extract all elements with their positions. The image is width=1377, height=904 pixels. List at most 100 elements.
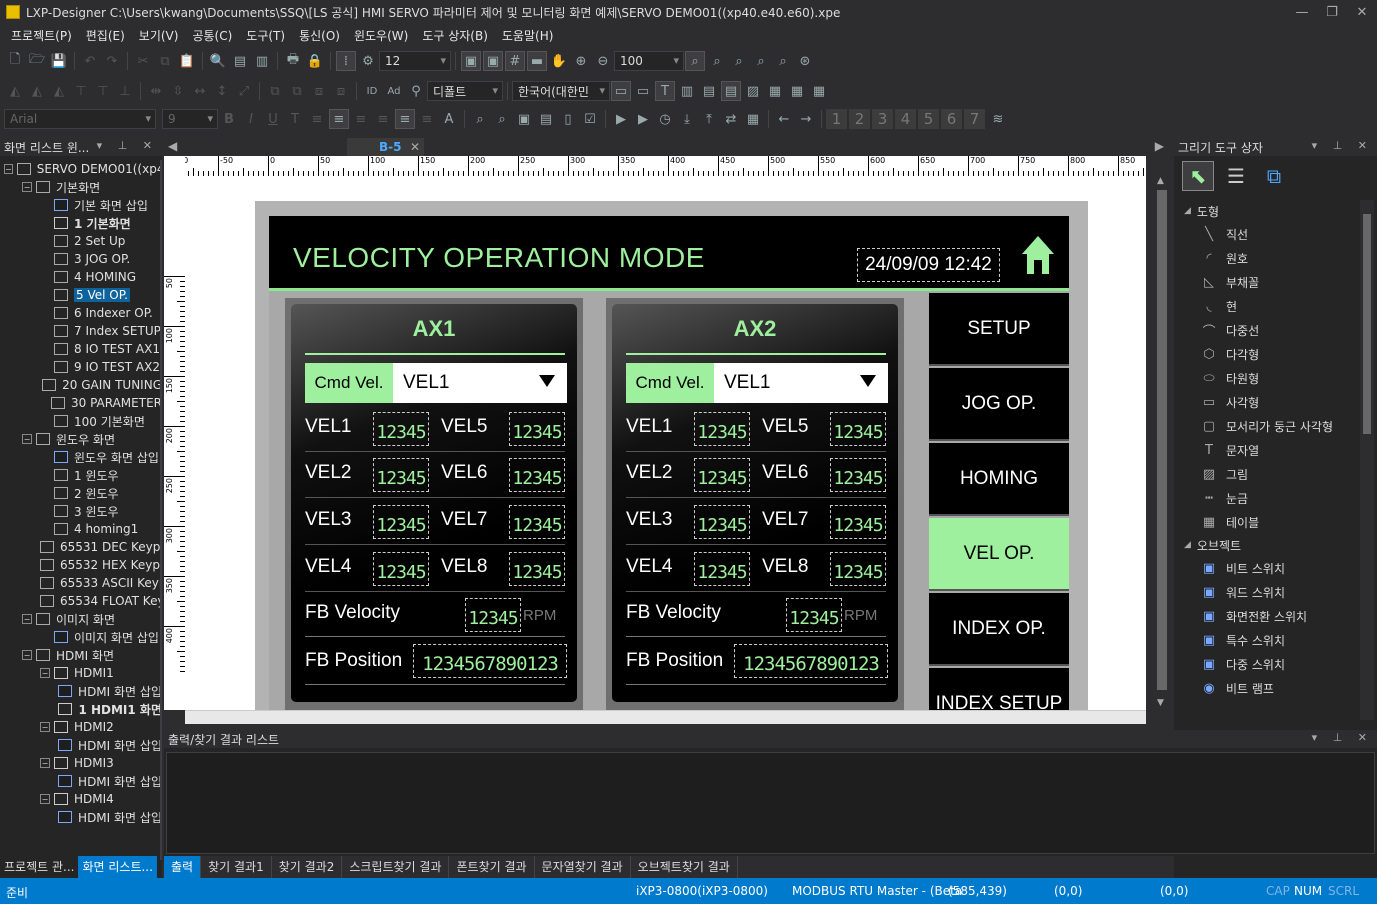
vel-value-box[interactable]: 12345 bbox=[830, 458, 886, 492]
toolbox-scrollbar[interactable] bbox=[1360, 200, 1374, 720]
underline-icon[interactable]: U bbox=[263, 109, 283, 129]
object-tool-4[interactable]: ▣ 다중 스위치 bbox=[1174, 652, 1360, 676]
fb-position-value[interactable]: 1234567890123 bbox=[413, 644, 567, 678]
output-tab[interactable]: 찾기 결과2 bbox=[272, 856, 343, 878]
cmd-vel-label[interactable]: Cmd Vel. bbox=[626, 363, 714, 403]
font-color-icon[interactable]: A bbox=[439, 109, 459, 129]
screen-icon[interactable]: ▤ bbox=[230, 51, 250, 71]
tree-item[interactable]: 65533 ASCII Keypad bbox=[0, 574, 162, 592]
design-canvas[interactable]: VELOCITY OPERATION MODE 24/09/09 12:42 A… bbox=[185, 176, 1146, 710]
page-7-button[interactable]: 7 bbox=[964, 109, 985, 129]
tree-item[interactable]: − HDMI 화면 bbox=[0, 646, 162, 664]
zoom-in-icon[interactable]: ⊕ bbox=[571, 51, 591, 71]
text-top-icon[interactable]: ≡ bbox=[373, 109, 393, 129]
fb-velocity-value[interactable]: 12345 bbox=[786, 598, 842, 632]
object-tool-5[interactable]: ◉ 비트 램프 bbox=[1174, 676, 1360, 700]
timer-icon[interactable]: ◷ bbox=[655, 109, 675, 129]
vel-label[interactable]: VEL2 bbox=[305, 462, 351, 484]
grid-settings-icon[interactable]: ⚙ bbox=[358, 51, 378, 71]
vel-label[interactable]: VEL1 bbox=[626, 416, 672, 438]
vel-label[interactable]: VEL3 bbox=[305, 509, 351, 531]
menu-button-index-op-[interactable]: INDEX OP. bbox=[929, 593, 1069, 666]
tree-item[interactable]: − 이미지 화면 bbox=[0, 610, 162, 628]
object-tool-1[interactable]: ▣ 워드 스위치 bbox=[1174, 580, 1360, 604]
vel-label[interactable]: VEL2 bbox=[626, 462, 672, 484]
upload-icon[interactable]: ⤒ bbox=[699, 109, 719, 129]
menu-item[interactable]: 공통(C) bbox=[185, 27, 239, 44]
address-icon[interactable]: Ad bbox=[384, 81, 404, 101]
fb-position-value[interactable]: 1234567890123 bbox=[734, 644, 888, 678]
vel-value-box[interactable]: 12345 bbox=[509, 458, 565, 492]
vel-label[interactable]: VEL7 bbox=[441, 509, 487, 531]
same-height-icon[interactable]: ↕ bbox=[212, 81, 232, 101]
close-button[interactable]: ✕ bbox=[1347, 0, 1377, 24]
zoom-width-icon[interactable]: ⌕ bbox=[729, 51, 749, 71]
vel-label[interactable]: VEL8 bbox=[441, 556, 487, 578]
tree-item[interactable]: − HDMI4 bbox=[0, 790, 162, 808]
axis-title[interactable]: AX2 bbox=[612, 316, 898, 342]
expand-icon[interactable]: − bbox=[40, 722, 50, 732]
vel-value-box[interactable]: 12345 bbox=[694, 505, 750, 539]
layout1-icon[interactable]: ▭ bbox=[611, 81, 631, 101]
tree-item[interactable]: − HDMI3 bbox=[0, 754, 162, 772]
expand-icon[interactable]: − bbox=[22, 182, 32, 192]
category-objects[interactable]: ◢ 오브젝트 bbox=[1174, 534, 1360, 556]
tree-item[interactable]: 기본 화면 삽입 bbox=[0, 196, 162, 214]
home-icon[interactable] bbox=[1021, 234, 1055, 276]
tree-item[interactable]: 4 HOMING bbox=[0, 268, 162, 286]
text-mid-icon[interactable]: ≡ bbox=[395, 109, 415, 129]
fb-position-label[interactable]: FB Position bbox=[305, 650, 402, 672]
search-device-icon[interactable]: ⌕ bbox=[470, 109, 490, 129]
text-left-icon[interactable]: ≡ bbox=[307, 109, 327, 129]
fb-velocity-value[interactable]: 12345 bbox=[465, 598, 521, 632]
font-size-combo[interactable]: 12 bbox=[379, 51, 451, 71]
scroll-up-icon[interactable]: ▲ bbox=[1157, 176, 1164, 186]
menu-button-jog-op-[interactable]: JOG OP. bbox=[929, 368, 1069, 441]
tree-item[interactable]: 1 HDMI1 화면 bbox=[0, 700, 162, 718]
expand-icon[interactable]: − bbox=[40, 794, 50, 804]
undo-icon[interactable]: ↶ bbox=[80, 51, 100, 71]
tree-item[interactable]: 6 Indexer OP. bbox=[0, 304, 162, 322]
tool-5[interactable]: ⬡ 다각형 bbox=[1174, 342, 1360, 366]
expand-icon[interactable]: − bbox=[40, 758, 50, 768]
zoom-combo[interactable]: 100 bbox=[614, 51, 684, 71]
tree-scrollbar[interactable] bbox=[160, 160, 162, 860]
vel-label[interactable]: VEL4 bbox=[305, 556, 351, 578]
vel-value-box[interactable]: 12345 bbox=[694, 552, 750, 586]
output-tab[interactable]: 찾기 결과1 bbox=[201, 856, 272, 878]
device-icon[interactable]: ▥ bbox=[252, 51, 272, 71]
same-width-icon[interactable]: ↔ bbox=[190, 81, 210, 101]
simulate2-icon[interactable]: ▶ bbox=[633, 109, 653, 129]
canvas-vertical-scrollbar[interactable]: ▲ ▼ bbox=[1154, 176, 1170, 710]
fb-position-label[interactable]: FB Position bbox=[626, 650, 723, 672]
canvas-horizontal-scrollbar[interactable] bbox=[185, 710, 1146, 724]
font-pt-combo[interactable]: 9 bbox=[162, 109, 218, 129]
expand-icon[interactable]: − bbox=[40, 668, 50, 678]
menu-item[interactable]: 편집(E) bbox=[79, 27, 132, 44]
layer-icon[interactable]: ≋ bbox=[988, 109, 1008, 129]
text-tool-icon[interactable]: T bbox=[655, 81, 675, 101]
vel-value-box[interactable]: 12345 bbox=[509, 412, 565, 446]
tree-item[interactable]: − HDMI1 bbox=[0, 664, 162, 682]
send-back-icon[interactable]: ⧉ bbox=[287, 81, 307, 101]
tool-6[interactable]: ⬭ 타원형 bbox=[1174, 366, 1360, 390]
tree-item[interactable]: − 기본화면 bbox=[0, 178, 162, 196]
vel-label[interactable]: VEL5 bbox=[441, 416, 487, 438]
download-icon[interactable]: ⤓ bbox=[677, 109, 697, 129]
lock-icon[interactable]: 🔒 bbox=[305, 51, 325, 71]
table3-icon[interactable]: ▦ bbox=[809, 81, 829, 101]
align-center-icon[interactable]: ◭ bbox=[27, 81, 47, 101]
ruler-icon[interactable]: ▬ bbox=[527, 51, 547, 71]
menu-item[interactable]: 도구(T) bbox=[239, 27, 292, 44]
back-icon[interactable]: ← bbox=[774, 109, 794, 129]
vel-value-box[interactable]: 12345 bbox=[373, 458, 429, 492]
frame-icon[interactable]: ▣ bbox=[461, 51, 481, 71]
tool-11[interactable]: ┅ 눈금 bbox=[1174, 486, 1360, 510]
object-tool-2[interactable]: ▣ 화면전환 스위치 bbox=[1174, 604, 1360, 628]
vel-value-box[interactable]: 12345 bbox=[830, 505, 886, 539]
fb-velocity-label[interactable]: FB Velocity bbox=[626, 602, 721, 624]
tree-item[interactable]: HDMI 화면 삽입 bbox=[0, 736, 162, 754]
tree-item[interactable]: 3 윈도우 bbox=[0, 502, 162, 520]
object-tool-3[interactable]: ▣ 특수 스위치 bbox=[1174, 628, 1360, 652]
tree-item[interactable]: 100 기본화면 bbox=[0, 412, 162, 430]
